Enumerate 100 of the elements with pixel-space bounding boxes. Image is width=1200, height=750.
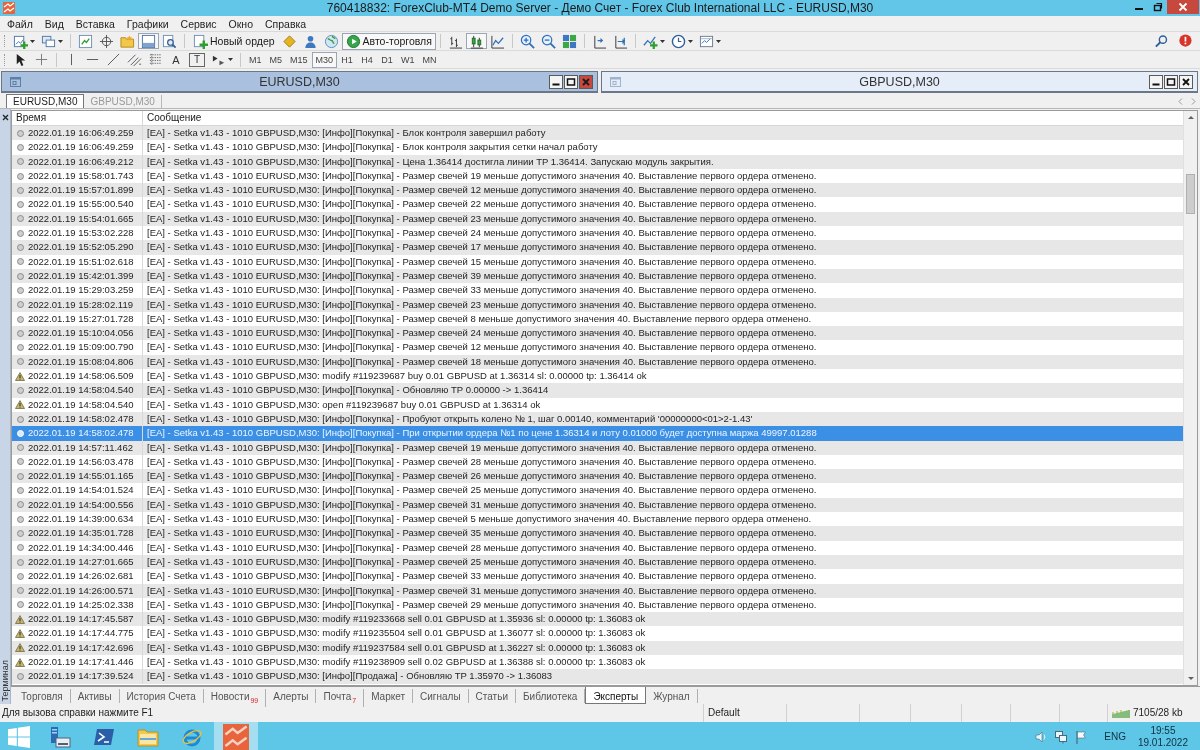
menu-item[interactable]: Окно — [222, 16, 259, 31]
auto-scroll-icon[interactable] — [612, 33, 628, 49]
message-cell-text: [EA] - Setka v1.43 - 1010 GBPUSD,M30: [Инфо][Покупка] - Обновляю TP 0.00000 -> 1.36414 — [146, 383, 549, 398]
log-row[interactable]: 2022.01.19 14:17:45.587 [EA] - Setka v1.43 - 1010 GBPUSD,M30: modify #119233668 sell 0.01 GBPUSD at 1.35936 sl: 0.00000 tp: 1.36083 ok — [12, 612, 1183, 627]
channel-icon[interactable] — [127, 52, 142, 67]
terminal-tab[interactable]: Эксперты — [585, 687, 647, 704]
folder-icon[interactable] — [120, 33, 135, 49]
message-cell-text: [EA] - Setka v1.43 - 1010 GBPUSD,M30: [Инфо][Покупка] - Блок контроля завершил работу — [146, 126, 546, 140]
terminal-tab[interactable]: Алерты — [266, 689, 317, 703]
timeframe-button[interactable]: MN — [418, 51, 441, 68]
template-icon[interactable] — [698, 33, 714, 49]
caret-icon[interactable] — [30, 39, 35, 43]
terminal-tab[interactable]: Журнал — [646, 689, 698, 703]
caret-icon[interactable] — [687, 39, 693, 43]
language-indicator[interactable]: ENG — [1104, 731, 1126, 742]
message-cell-text: [EA] - Setka v1.43 - 1010 EURUSD,M30: [Инфо][Покупка] - Размер свечей 12 меньше допустимого значения 40. Выставление первого ордера отменено. — [146, 340, 817, 355]
timeframe-button[interactable]: M1 — [245, 51, 266, 68]
chart-tab[interactable]: EURUSD,M30 — [6, 94, 85, 108]
chart-window-icon[interactable] — [78, 33, 93, 49]
message-cell-text: [EA] - Setka v1.43 - 1010 EURUSD,M30: [Инфо][Покупка] - Размер свечей 17 меньше допустимого значения 40. Выставление первого ордера отменено. — [146, 240, 817, 255]
scrollbar-thumb[interactable] — [1186, 174, 1195, 214]
log-row[interactable]: 2022.01.19 15:57:01.899 [EA] - Setka v1.43 - 1010 EURUSD,M30: [Инфо][Покупка] - Размер свечей 12 меньше допустимого значения 40. Выставление первого ордера отменено. — [12, 183, 1183, 198]
zoom-in-icon[interactable] — [519, 33, 535, 49]
timeframe-button[interactable]: M15 — [286, 51, 312, 68]
info-dot-icon — [16, 458, 24, 466]
zoom-out-icon[interactable] — [540, 33, 556, 49]
terminal-tab[interactable]: Маркет — [364, 689, 413, 703]
crosshair-icon[interactable] — [99, 33, 114, 49]
log-row[interactable]: 2022.01.19 15:10:04.056 [EA] - Setka v1.43 - 1010 EURUSD,M30: [Инфо][Покупка] - Размер свечей 24 меньше допустимого значения 40. Выставление первого ордера отменено. — [12, 326, 1183, 341]
close-icon[interactable] — [1179, 74, 1193, 89]
caret-icon[interactable] — [228, 58, 233, 61]
maximize-icon[interactable] — [564, 74, 578, 89]
chart-window-header[interactable]: GBPUSD,M30 — [601, 71, 1198, 93]
new-chart-icon[interactable] — [13, 33, 28, 49]
caret-icon[interactable] — [715, 39, 721, 43]
maximize-icon[interactable] — [1164, 74, 1178, 89]
tile-windows-icon[interactable] — [561, 33, 577, 49]
timeframe-button[interactable]: W1 — [397, 51, 419, 68]
log-row[interactable]: 2022.01.19 14:58:04.540 [EA] - Setka v1.43 - 1010 GBPUSD,M30: [Инфо][Покупка] - Обновляю TP 0.00000 -> 1.36414 — [12, 383, 1183, 398]
window-icon — [10, 75, 22, 88]
close-icon[interactable] — [1, 114, 9, 121]
message-cell-text: [EA] - Setka v1.43 - 1010 GBPUSD,M30: [Инфо][Покупка] - Размер свечей 29 меньше допустимого значения 40. Выставление первого ордера отменено. — [146, 597, 817, 612]
timeframe-button[interactable]: M5 — [265, 51, 287, 68]
caret-icon[interactable] — [58, 39, 63, 43]
timeframe-button[interactable]: M30 — [311, 51, 338, 68]
time-cell: 2022.01.19 15:28:02.119 — [28, 297, 143, 312]
message-cell-text: [EA] - Setka v1.43 - 1010 GBPUSD,M30: [Инфо][Покупка] - Размер свечей 33 меньше допустимого значения 40. Выставление первого ордера отменено. — [146, 569, 817, 584]
search-icon[interactable] — [1154, 33, 1169, 49]
terminal-tab[interactable]: История Счета — [119, 689, 204, 703]
column-header[interactable]: Сообщение — [143, 111, 202, 125]
terminal-tab[interactable]: Статьи — [468, 689, 516, 703]
new-order-button[interactable]: Новый ордер — [189, 32, 279, 50]
chart-window-header[interactable]: EURUSD,M30 — [1, 71, 598, 93]
terminal-tab[interactable]: Почта$_{7}$ — [316, 689, 365, 707]
trend-line-icon[interactable] — [106, 52, 121, 67]
crosshair-icon[interactable] — [34, 52, 49, 67]
terminal-toggle-button[interactable] — [138, 33, 159, 49]
minimize-icon[interactable] — [549, 74, 563, 89]
terminal-tab[interactable]: Активы — [70, 689, 120, 703]
log-row[interactable]: 2022.01.19 14:35:01.728 [EA] - Setka v1.43 - 1010 EURUSD,M30: [Инфо][Покупка] - Размер свечей 35 меньше допустимого значения 40. Выставление первого ордера отменено. — [12, 526, 1183, 541]
menu-item[interactable]: Вид — [38, 16, 70, 31]
alert-icon[interactable] — [1177, 33, 1192, 49]
menu-item[interactable]: Графики — [120, 16, 175, 31]
terminal-tab[interactable]: Сигналы — [413, 689, 469, 703]
scrollbar[interactable] — [1183, 111, 1197, 685]
timeframe-button[interactable]: H4 — [357, 51, 378, 68]
close-icon[interactable] — [579, 74, 593, 89]
log-row[interactable]: 2022.01.19 15:52:05.290 [EA] - Setka v1.43 - 1010 EURUSD,M30: [Инфо][Покупка] - Размер свечей 17 меньше допустимого значения 40. Выставление первого ордера отменено. — [12, 240, 1183, 255]
stacked-windows-icon[interactable] — [41, 33, 56, 49]
menu-item[interactable]: Справка — [259, 16, 313, 31]
traffic-text: 7105/28 kb — [1133, 706, 1183, 720]
terminal-tab[interactable]: Торговля — [14, 689, 71, 703]
menu-item[interactable]: Файл — [1, 16, 39, 31]
text-label-tool[interactable]: T — [189, 52, 205, 67]
clock[interactable]: 19:55 19.01.2022 — [1137, 722, 1188, 750]
globe-icon[interactable] — [323, 33, 339, 49]
candlestick-button[interactable] — [465, 33, 487, 49]
flag-icon[interactable] — [1074, 729, 1089, 744]
auto-trading-button[interactable]: Авто-торговля — [341, 32, 436, 50]
terminal-tab[interactable]: Новости$_{99}$ — [203, 689, 267, 707]
caret-icon[interactable] — [659, 39, 665, 43]
network-icon[interactable] — [1054, 729, 1069, 744]
clock-icon[interactable] — [670, 33, 686, 49]
info-dot-icon — [16, 415, 24, 423]
log-row[interactable]: 2022.01.19 14:55:01.165 [EA] - Setka v1.43 - 1010 GBPUSD,M30: [Инфо][Покупка] - Размер свечей 26 меньше допустимого значения 40. Выставление первого ордера отменено. — [12, 469, 1183, 484]
minimize-icon[interactable] — [1149, 74, 1163, 89]
chart-shift-icon[interactable] — [591, 33, 607, 49]
info-dot-icon — [16, 358, 24, 366]
log-row[interactable]: 2022.01.19 16:06:49.259 [EA] - Setka v1.43 - 1010 GBPUSD,M30: [Инфо][Покупка] - Блок контроля завершил работу — [12, 126, 1183, 141]
fibonacci-icon[interactable] — [148, 52, 163, 67]
menu-item[interactable]: Вставка — [69, 16, 121, 31]
log-row[interactable]: 2022.01.19 14:17:39.524 [EA] - Setka v1.43 - 1010 GBPUSD,M30: [Инфо][Продажа] - Обновляю TP 1.35970 -> 1.36083 — [12, 669, 1183, 684]
magnifier-document-icon[interactable] — [162, 33, 177, 49]
text-tool[interactable]: A — [166, 51, 186, 68]
timeframe-button[interactable]: D1 — [377, 51, 398, 68]
info-dot-icon — [16, 244, 24, 251]
person-icon[interactable] — [302, 33, 318, 49]
timeframe-button[interactable]: H1 — [337, 51, 358, 68]
menu-item[interactable]: Сервис — [174, 16, 223, 31]
column-header[interactable]: Время — [12, 111, 143, 125]
